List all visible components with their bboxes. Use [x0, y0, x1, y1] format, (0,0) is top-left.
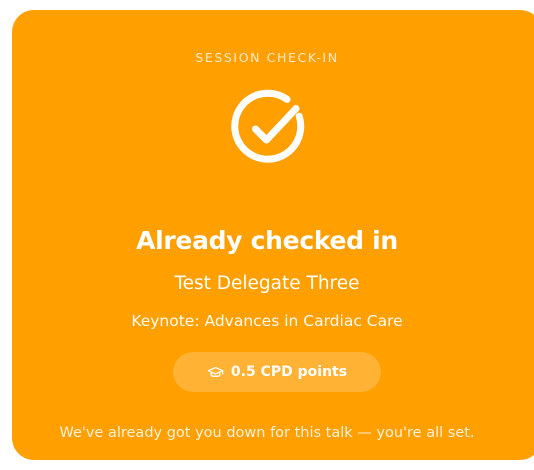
- cpd-points-label: 0.5 CPD points: [230, 364, 348, 380]
- session-title: Keynote: Advances in Cardiac Care: [131, 312, 403, 330]
- delegate-name: Test Delegate Three: [174, 273, 360, 294]
- checkin-card: SESSION CHECK-IN Already checked in Test…: [12, 10, 534, 460]
- status-title: Already checked in: [136, 226, 398, 255]
- confirmation-note: We've already got you down for this talk…: [59, 425, 475, 441]
- check-circle-icon: [231, 89, 305, 163]
- graduation-cap-icon: [207, 366, 224, 377]
- cpd-points-badge: 0.5 CPD points: [173, 352, 381, 392]
- eyebrow-label: SESSION CHECK-IN: [195, 50, 339, 65]
